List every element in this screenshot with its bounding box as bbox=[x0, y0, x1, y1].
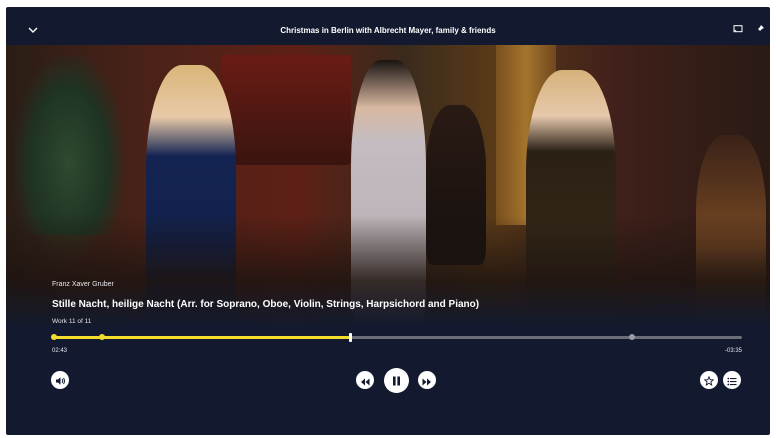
list-icon bbox=[727, 371, 737, 390]
chapter-marker[interactable] bbox=[628, 334, 635, 340]
elapsed-time: 02:43 bbox=[52, 348, 68, 354]
volume-icon bbox=[55, 371, 66, 390]
video-frame[interactable] bbox=[6, 45, 770, 325]
pause-icon bbox=[392, 371, 401, 390]
chevron-down-icon[interactable] bbox=[26, 23, 40, 37]
work-position: Work 11 of 11 bbox=[52, 318, 92, 325]
composer-name: Franz Xaver Gruber bbox=[52, 281, 114, 288]
top-bar: Christmas in Berlin with Albrecht Mayer,… bbox=[6, 7, 770, 45]
video-player: Christmas in Berlin with Albrecht Mayer,… bbox=[6, 7, 770, 435]
playlist-button[interactable] bbox=[723, 371, 741, 389]
progress-thumb[interactable] bbox=[348, 333, 352, 342]
next-button[interactable] bbox=[418, 371, 436, 389]
chapter-marker[interactable] bbox=[51, 334, 57, 340]
pin-icon[interactable] bbox=[754, 23, 766, 35]
page-title: Christmas in Berlin with Albrecht Mayer,… bbox=[280, 26, 496, 35]
christmas-tree-graphic bbox=[14, 55, 124, 235]
cast-icon[interactable] bbox=[732, 23, 744, 35]
remaining-time: -03:35 bbox=[724, 348, 742, 354]
previous-button[interactable] bbox=[356, 371, 374, 389]
next-icon bbox=[422, 371, 432, 390]
harpsichord-graphic bbox=[221, 55, 351, 165]
pause-button[interactable] bbox=[384, 368, 409, 393]
track-title: Stille Nacht, heilige Nacht (Arr. for So… bbox=[52, 299, 480, 310]
previous-icon bbox=[360, 371, 370, 390]
volume-button[interactable] bbox=[51, 371, 69, 389]
chapter-marker[interactable] bbox=[99, 334, 106, 340]
progress-bar[interactable] bbox=[51, 333, 742, 342]
star-icon bbox=[703, 371, 715, 390]
favorite-button[interactable] bbox=[700, 371, 718, 389]
